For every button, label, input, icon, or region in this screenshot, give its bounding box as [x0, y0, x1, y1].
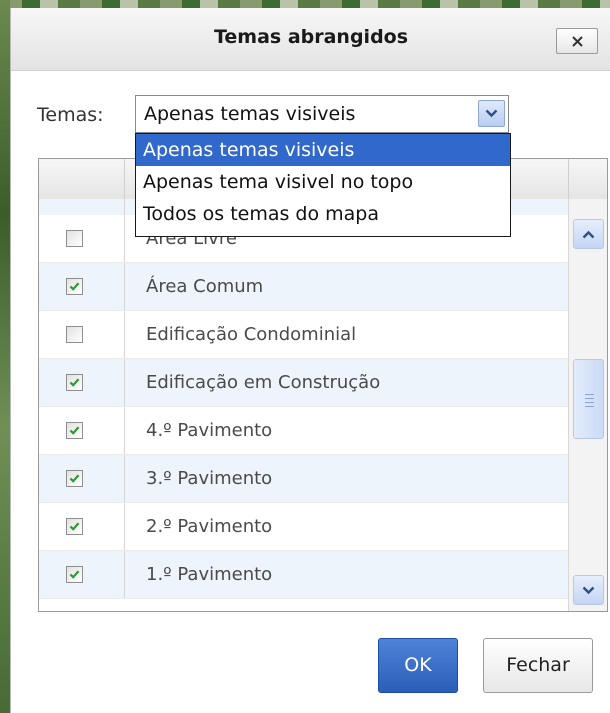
table-row[interactable]: 1.º Pavimento — [39, 551, 568, 599]
theme-checkbox[interactable] — [66, 518, 83, 535]
checkmark-icon — [69, 570, 80, 579]
grid-header-check-column[interactable] — [39, 159, 125, 199]
theme-label: Edificação em Construção — [146, 372, 381, 393]
grid-scrollbar[interactable] — [568, 199, 607, 611]
temas-select-value: Apenas temas visiveis — [144, 103, 356, 125]
table-row-check-cell — [39, 311, 125, 358]
checkmark-icon — [69, 522, 80, 531]
checkmark-icon — [69, 282, 80, 291]
theme-label: 1.º Pavimento — [146, 564, 273, 585]
theme-label: 2.º Pavimento — [146, 516, 273, 537]
table-row[interactable]: Edificação Condominial — [39, 311, 568, 359]
checkmark-icon — [69, 378, 80, 387]
arrow-down-icon — [582, 586, 595, 595]
theme-checkbox[interactable] — [66, 470, 83, 487]
table-row-check-cell — [39, 359, 125, 406]
table-row-check-cell — [39, 215, 125, 262]
table-row-check-cell — [39, 503, 125, 550]
theme-checkbox[interactable] — [66, 230, 83, 247]
checkmark-icon — [69, 474, 80, 483]
temas-select-toggle[interactable] — [478, 100, 505, 127]
dropdown-option-top-visible-theme[interactable]: Apenas tema visivel no topo — [136, 166, 510, 198]
grid-header-scroll-column — [568, 159, 607, 199]
temas-dialog: Temas abrangidos Temas: Apenas temas vis… — [10, 8, 610, 713]
table-row-check-cell — [39, 455, 125, 502]
theme-checkbox[interactable] — [66, 374, 83, 391]
table-row[interactable]: 4.º Pavimento — [39, 407, 568, 455]
chevron-down-icon — [485, 109, 498, 118]
temas-label: Temas: — [37, 104, 104, 126]
scroll-down-button[interactable] — [573, 575, 604, 605]
temas-dropdown-list: Apenas temas visiveis Apenas tema visive… — [135, 133, 511, 237]
table-row-check-cell — [39, 263, 125, 310]
theme-checkbox[interactable] — [66, 326, 83, 343]
map-background-left — [0, 0, 10, 713]
dropdown-option-all-map-themes[interactable]: Todos os temas do mapa — [136, 198, 510, 230]
theme-label: 4.º Pavimento — [146, 420, 273, 441]
close-button[interactable] — [556, 28, 598, 54]
ok-button[interactable]: OK — [378, 638, 458, 693]
theme-label: Área Comum — [146, 276, 264, 297]
dialog-title: Temas abrangidos — [213, 26, 409, 48]
dialog-titlebar[interactable]: Temas abrangidos — [11, 8, 610, 71]
scroll-up-button[interactable] — [573, 219, 604, 249]
checkmark-icon — [69, 426, 80, 435]
table-row-check-cell — [39, 407, 125, 454]
table-row[interactable]: Edificação em Construção — [39, 359, 568, 407]
table-row-check-cell — [39, 551, 125, 598]
theme-label: 3.º Pavimento — [146, 468, 273, 489]
arrow-up-icon — [582, 230, 595, 239]
theme-checkbox[interactable] — [66, 278, 83, 295]
theme-checkbox[interactable] — [66, 566, 83, 583]
table-row[interactable]: 3.º Pavimento — [39, 455, 568, 503]
temas-select[interactable]: Apenas temas visiveis — [135, 95, 509, 133]
close-icon — [572, 36, 583, 47]
fechar-button[interactable]: Fechar — [483, 638, 593, 693]
theme-label: Edificação Condominial — [146, 324, 357, 345]
table-row[interactable]: Área Comum — [39, 263, 568, 311]
theme-checkbox[interactable] — [66, 422, 83, 439]
scroll-thumb[interactable] — [573, 359, 604, 439]
dropdown-option-visible-themes[interactable]: Apenas temas visiveis — [136, 134, 510, 166]
table-row[interactable]: 2.º Pavimento — [39, 503, 568, 551]
grid-rows: Área Livre Área Comum Edificação Condomini… — [39, 215, 568, 599]
